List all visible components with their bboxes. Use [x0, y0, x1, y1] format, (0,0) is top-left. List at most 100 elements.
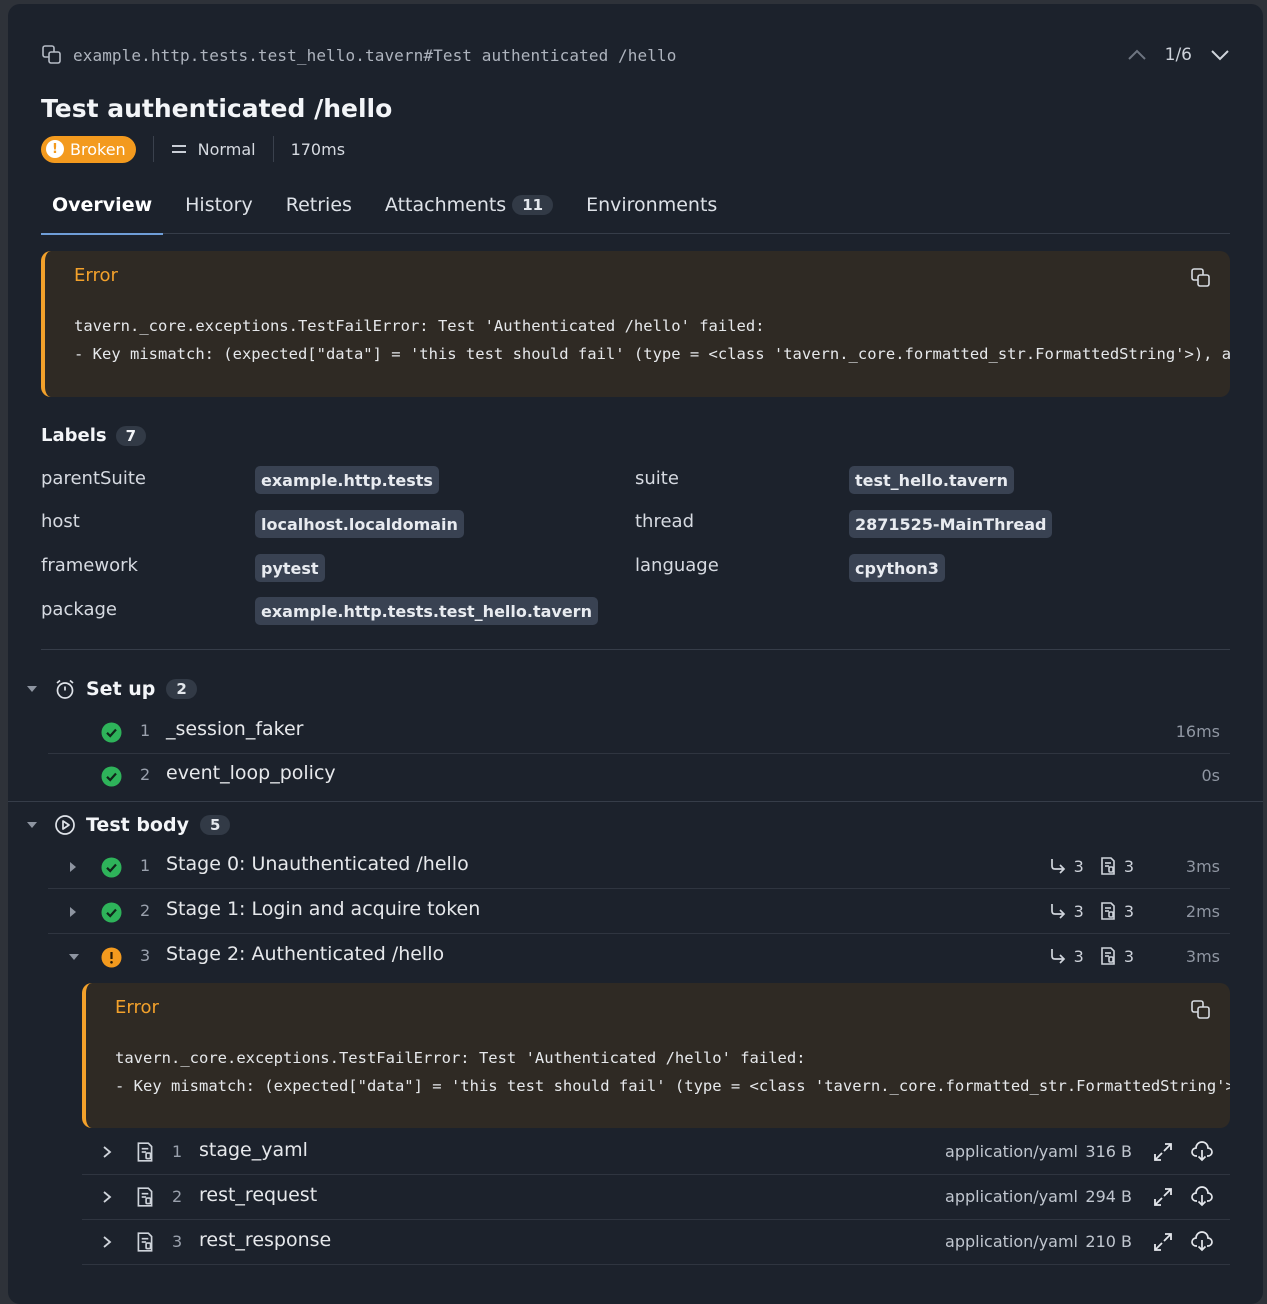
chevron-down-icon[interactable]: [1210, 48, 1230, 62]
attachment-row[interactable]: 2 rest_request application/yaml 294 B: [82, 1175, 1230, 1220]
test-path-bar: example.http.tests.test_hello.tavern#Tes…: [41, 40, 1230, 70]
severity-label: Normal: [197, 139, 256, 159]
test-body-section-header[interactable]: Test body 5: [26, 810, 231, 840]
attachment-mime: application/yaml: [945, 1187, 1078, 1206]
label-value[interactable]: example.http.tests.test_hello.tavern: [255, 597, 598, 625]
check-circle-icon: [101, 857, 122, 878]
expand-icon[interactable]: [1152, 1141, 1174, 1163]
setup-title: Set up: [86, 678, 156, 700]
step-counts: 3 3: [1048, 856, 1134, 876]
copy-icon[interactable]: [41, 44, 63, 66]
attachment-size: 316 B: [1085, 1142, 1132, 1161]
setup-step[interactable]: 2 event_loop_policy 0s: [48, 754, 1230, 798]
duration: 170ms: [290, 139, 346, 159]
label-value[interactable]: localhost.localdomain: [255, 510, 464, 538]
play-circle-icon: [54, 814, 76, 836]
tab-history[interactable]: History: [174, 176, 264, 234]
error-title: Error: [74, 265, 118, 286]
step-name: _session_faker: [166, 718, 304, 740]
chevron-right-icon[interactable]: [102, 1236, 112, 1248]
caret-right-icon[interactable]: [68, 906, 78, 918]
download-cloud-icon[interactable]: [1191, 1231, 1213, 1253]
setup-step[interactable]: 1 _session_faker 16ms: [48, 710, 1230, 754]
step-duration: 3ms: [1185, 857, 1220, 876]
test-meta: ! Broken Normal 170ms: [41, 135, 345, 163]
check-circle-icon: [101, 722, 122, 743]
attachment-row[interactable]: 1 stage_yaml application/yaml 316 B: [82, 1130, 1230, 1175]
setup-count: 2: [166, 679, 197, 699]
download-cloud-icon[interactable]: [1191, 1186, 1213, 1208]
step-error-box: Error tavern._core.exceptions.TestFailEr…: [82, 983, 1230, 1128]
chevron-up-icon[interactable]: [1127, 48, 1147, 62]
expand-icon[interactable]: [1152, 1186, 1174, 1208]
error-title: Error: [115, 997, 159, 1018]
expand-icon[interactable]: [1152, 1231, 1174, 1253]
test-step[interactable]: 3 Stage 2: Authenticated /hello 3 3 3ms: [48, 935, 1230, 979]
stopwatch-icon: [54, 678, 76, 700]
attachment-name: rest_request: [199, 1184, 318, 1206]
step-duration: 16ms: [1175, 722, 1220, 741]
substep-arrow-icon: [1048, 946, 1068, 966]
caret-right-icon[interactable]: [68, 861, 78, 873]
error-message: tavern._core.exceptions.TestFailError: T…: [115, 1049, 1230, 1095]
step-counts: 3 3: [1048, 901, 1134, 921]
attachment-mime: application/yaml: [945, 1232, 1078, 1251]
test-step[interactable]: 1 Stage 0: Unauthenticated /hello 3 3 3m…: [48, 845, 1230, 889]
caret-down-icon: [26, 821, 38, 829]
attachment-name: rest_response: [199, 1229, 332, 1251]
attachment-file-icon: [1098, 946, 1118, 966]
copy-icon[interactable]: [1190, 267, 1212, 289]
attachment-row[interactable]: 3 rest_response application/yaml 210 B: [82, 1220, 1230, 1265]
step-name: Stage 2: Authenticated /hello: [166, 943, 445, 965]
attachment-file-icon: [1098, 856, 1118, 876]
test-result-panel: example.http.tests.test_hello.tavern#Tes…: [8, 4, 1263, 1304]
label-value[interactable]: 2871525-MainThread: [849, 510, 1053, 538]
test-step[interactable]: 2 Stage 1: Login and acquire token 3 3 2…: [48, 890, 1230, 934]
label-key: framework: [41, 555, 138, 576]
attachment-file-icon: [134, 1141, 156, 1163]
attachment-size: 210 B: [1085, 1232, 1132, 1251]
status-label: Broken: [70, 139, 126, 159]
label-key: parentSuite: [41, 468, 146, 489]
status-badge: ! Broken: [41, 135, 136, 163]
result-counter: 1/6: [1164, 45, 1192, 65]
label-key: host: [41, 511, 80, 532]
attachment-size: 294 B: [1085, 1187, 1132, 1206]
tab-bar: Overview History Retries Attachments 11 E…: [41, 176, 1230, 235]
copy-icon[interactable]: [1190, 999, 1212, 1021]
labels-header: Labels 7: [41, 425, 147, 446]
check-circle-icon: [101, 766, 122, 787]
page-title: Test authenticated /hello: [41, 94, 393, 123]
chevron-right-icon[interactable]: [102, 1146, 112, 1158]
caret-down-icon: [26, 685, 38, 693]
tab-attachments[interactable]: Attachments 11: [374, 176, 564, 234]
equals-icon: [171, 144, 187, 154]
tab-environments[interactable]: Environments: [575, 176, 728, 234]
label-value[interactable]: test_hello.tavern: [849, 466, 1014, 494]
severity: Normal: [171, 140, 256, 159]
label-value[interactable]: pytest: [255, 554, 325, 582]
result-navigation: 1/6: [1127, 40, 1230, 70]
exclamation-icon: !: [46, 140, 64, 158]
label-value[interactable]: cpython3: [849, 554, 945, 582]
download-cloud-icon[interactable]: [1191, 1141, 1213, 1163]
substep-arrow-icon: [1048, 856, 1068, 876]
substep-arrow-icon: [1048, 901, 1068, 921]
chevron-right-icon[interactable]: [102, 1191, 112, 1203]
caret-down-icon[interactable]: [68, 953, 79, 965]
attachment-file-icon: [1098, 901, 1118, 921]
setup-section-header[interactable]: Set up 2: [26, 674, 197, 704]
error-message: tavern._core.exceptions.TestFailError: T…: [74, 317, 1230, 363]
label-value[interactable]: example.http.tests: [255, 466, 439, 494]
exclamation-circle-icon: [101, 947, 122, 968]
tab-retries[interactable]: Retries: [275, 176, 363, 234]
step-name: Stage 0: Unauthenticated /hello: [166, 853, 469, 875]
error-box: Error tavern._core.exceptions.TestFailEr…: [41, 251, 1230, 397]
tab-overview[interactable]: Overview: [41, 176, 164, 235]
test-body-title: Test body: [86, 814, 189, 836]
step-duration: 0s: [1201, 766, 1220, 785]
label-key: suite: [635, 468, 679, 489]
labels-count: 7: [115, 425, 147, 446]
step-duration: 3ms: [1185, 947, 1220, 966]
check-circle-icon: [101, 902, 122, 923]
